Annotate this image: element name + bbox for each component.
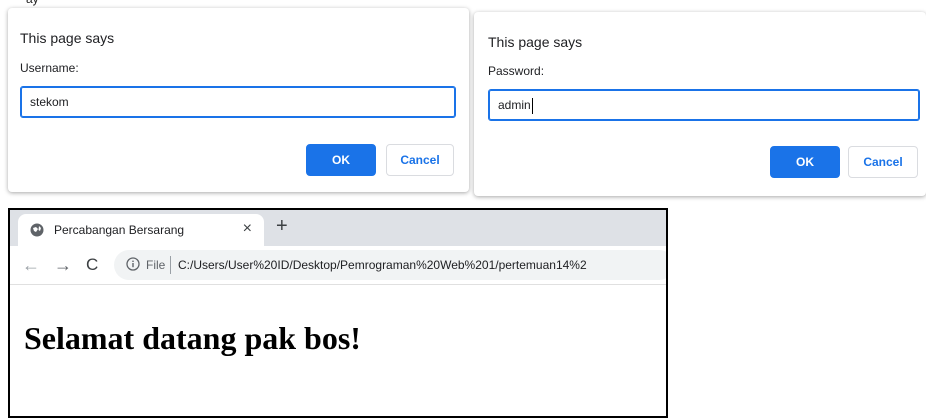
text-caret xyxy=(531,97,533,114)
close-tab-icon[interactable]: × xyxy=(243,220,252,238)
forward-arrow-icon[interactable]: → xyxy=(54,255,72,276)
ok-button[interactable]: OK xyxy=(306,144,376,176)
cancel-button[interactable]: Cancel xyxy=(848,146,918,178)
address-separator xyxy=(170,256,171,274)
info-icon[interactable] xyxy=(126,257,140,271)
browser-toolbar: ← → C File C:/Users/User%20ID/Desktop/Pe… xyxy=(10,246,666,285)
dialog-title: This page says xyxy=(20,30,115,46)
back-arrow-icon[interactable]: ← xyxy=(22,255,40,276)
top-partial-text: ay xyxy=(0,0,926,8)
dialog-title: This page says xyxy=(488,34,583,50)
file-scheme-label: File xyxy=(146,258,166,272)
ok-button[interactable]: OK xyxy=(770,146,840,178)
dialog-label: Username: xyxy=(20,61,79,75)
page-heading: Selamat datang pak bos! xyxy=(24,320,361,356)
dialog-label: Password: xyxy=(488,64,545,78)
new-tab-button[interactable]: + xyxy=(276,215,288,238)
password-input[interactable]: admin xyxy=(488,89,920,121)
password-input-value: admin xyxy=(498,98,531,112)
password-prompt-dialog: This page says Password: admin OK Cancel xyxy=(474,12,926,196)
tab-strip: Percabangan Bersarang × + xyxy=(10,210,666,246)
username-input[interactable]: stekom xyxy=(20,86,456,118)
globe-icon xyxy=(30,223,44,237)
reload-icon[interactable]: C xyxy=(86,255,98,275)
username-prompt-dialog: This page says Username: stekom OK Cance… xyxy=(8,8,469,192)
tab-percabangan-bersarang[interactable]: Percabangan Bersarang × xyxy=(18,214,264,246)
url-text[interactable]: C:/Users/User%20ID/Desktop/Pemrograman%2… xyxy=(178,258,587,272)
top-partial-text-label: ay xyxy=(26,0,39,5)
username-input-value: stekom xyxy=(30,95,69,109)
cancel-button[interactable]: Cancel xyxy=(386,144,454,176)
tab-title: Percabangan Bersarang xyxy=(54,223,185,237)
address-bar[interactable]: File C:/Users/User%20ID/Desktop/Pemrogra… xyxy=(114,250,666,280)
browser-window: Percabangan Bersarang × + ← → C File C:/… xyxy=(8,208,668,418)
